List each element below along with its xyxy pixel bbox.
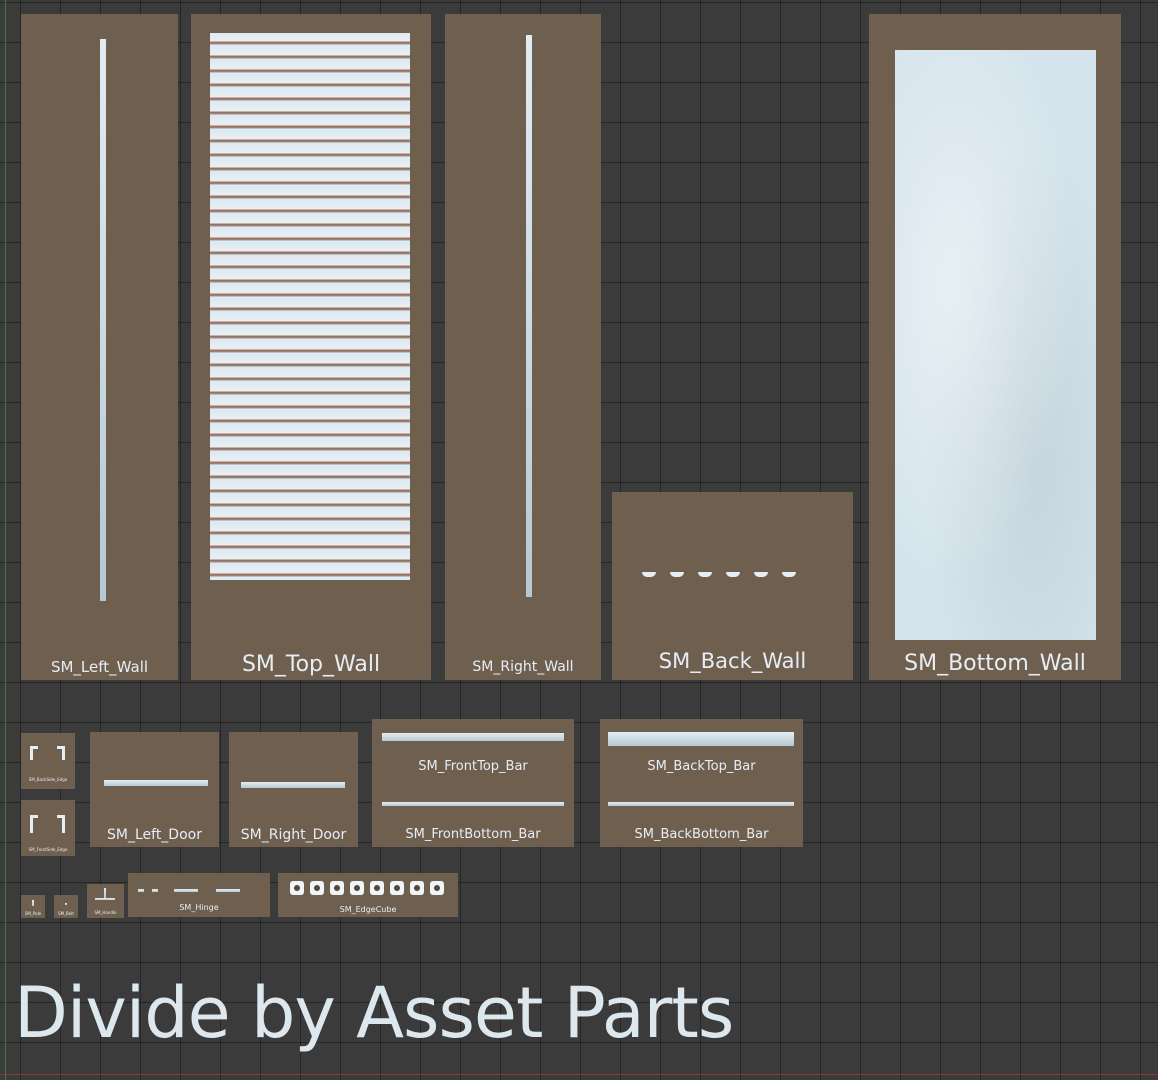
tile-label: SM_Right_Door	[240, 827, 347, 843]
tile-back-wall[interactable]: SM_Back_Wall	[612, 492, 853, 680]
tile-label: SM_EdgeCube	[339, 905, 397, 914]
tile-left-door[interactable]: SM_Left_Door	[90, 732, 219, 847]
frontbottom-bar	[382, 802, 564, 806]
tile-label: SM_Right_Wall	[472, 659, 574, 675]
tile-label: SM_FrontSide_Edge	[28, 847, 68, 852]
right-wall-strip	[526, 35, 532, 597]
tile-label: SM_FrontBottom_Bar	[405, 827, 541, 842]
tile-label: SM_Left_Wall	[50, 658, 149, 676]
tile-frontside-edge[interactable]: SM_FrontSide_Edge	[21, 800, 75, 856]
bottom-wall-panel	[895, 50, 1096, 640]
page-title: Divide by Asset Parts	[14, 972, 734, 1054]
pole-part	[32, 900, 34, 906]
top-wall-slats	[210, 33, 410, 580]
handle-base	[95, 898, 115, 900]
tile-bolt[interactable]: SM_Bolt	[54, 895, 78, 918]
tile-label: SM_FrontTop_Bar	[418, 759, 528, 774]
tile-label: SM_Bottom_Wall	[904, 651, 1086, 676]
tile-pole[interactable]: SM_Pole	[21, 895, 45, 918]
tile-label: SM_Hinge	[179, 903, 219, 912]
tile-label: SM_Left_Door	[107, 827, 202, 843]
tile-bottom-wall[interactable]: SM_Bottom_Wall	[869, 14, 1121, 680]
handle-part	[104, 888, 106, 898]
y-axis-line	[5, 0, 6, 1080]
tile-left-wall[interactable]: SM_Left_Wall	[21, 14, 178, 680]
tile-top-wall[interactable]: SM_Top_Wall	[191, 14, 431, 680]
hinge-part	[138, 889, 144, 892]
bolt-part	[65, 903, 67, 905]
hinge-part	[152, 889, 158, 892]
tile-right-door[interactable]: SM_Right_Door	[229, 732, 358, 847]
edge-bracket-right	[57, 746, 65, 760]
tile-backside-edge[interactable]: SM_BackSide_Edge	[21, 733, 75, 789]
tile-label: SM_BackBottom_Bar	[634, 827, 769, 842]
tile-label: SM_Top_Wall	[241, 652, 381, 677]
right-door-bar	[241, 782, 345, 788]
tile-hinge[interactable]: SM_Hinge	[128, 873, 270, 917]
tile-back-bars[interactable]: SM_BackTop_Bar SM_BackBottom_Bar	[600, 719, 803, 847]
tile-edgecube[interactable]: SM_EdgeCube	[278, 873, 458, 917]
tile-label: SM_BackTop_Bar	[647, 759, 756, 774]
left-wall-strip	[100, 39, 106, 601]
backbottom-bar	[608, 802, 794, 806]
edge-bracket-left	[30, 746, 38, 760]
edge-bracket-right	[57, 815, 65, 833]
tile-handle[interactable]: SM_Handle	[87, 884, 124, 918]
tile-label: SM_Bolt	[58, 911, 74, 916]
hinge-part	[216, 889, 240, 892]
left-door-bar	[104, 780, 208, 786]
backtop-bar	[608, 732, 794, 746]
tile-label: SM_Handle	[94, 910, 117, 915]
x-axis-line	[0, 1074, 1158, 1075]
tile-front-bars[interactable]: SM_FrontTop_Bar SM_FrontBottom_Bar	[372, 719, 574, 847]
back-wall-tabs	[642, 572, 796, 577]
tile-label: SM_Back_Wall	[658, 649, 807, 673]
hinge-part	[174, 889, 198, 892]
tile-label: SM_Pole	[24, 911, 42, 916]
fronttop-bar	[382, 733, 564, 741]
tile-label: SM_BackSide_Edge	[28, 777, 68, 782]
edge-bracket-left	[30, 815, 38, 833]
tile-right-wall[interactable]: SM_Right_Wall	[445, 14, 601, 680]
edgecube-row	[290, 881, 444, 895]
